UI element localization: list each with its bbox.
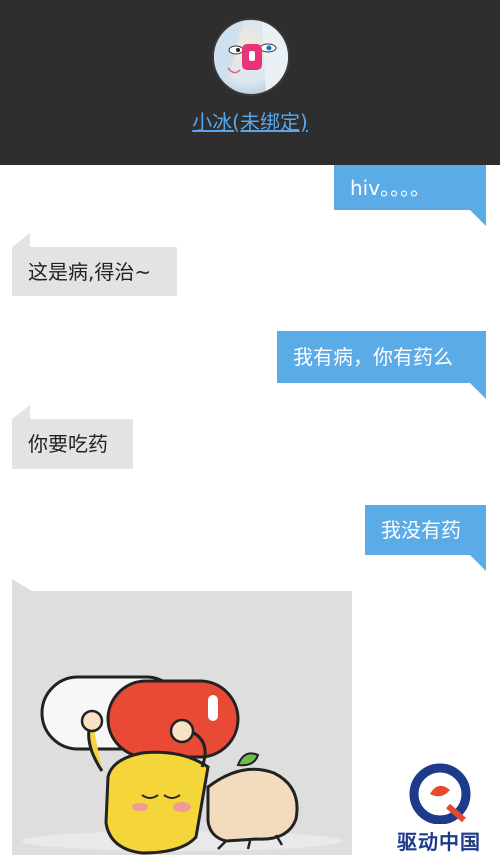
contact-avatar[interactable] xyxy=(212,18,290,96)
bubble-tail xyxy=(12,233,30,247)
bubble-tail xyxy=(12,579,32,591)
contact-name-link[interactable]: 小冰(未绑定) xyxy=(0,106,500,135)
sticker-image[interactable] xyxy=(12,591,352,855)
pill-cartoon-illustration xyxy=(22,675,342,855)
logo-q-icon xyxy=(409,763,471,825)
message-text: hiv。。。。 xyxy=(350,175,431,200)
message-text: 我有病，你有药么 xyxy=(293,345,453,369)
incoming-message: 这是病,得治~ xyxy=(12,247,177,296)
outgoing-message: hiv。。。。 xyxy=(334,165,486,210)
bubble-tail xyxy=(12,405,30,419)
incoming-message: 你要吃药 xyxy=(12,419,133,469)
bubble-tail xyxy=(470,555,486,571)
avatar-illustration xyxy=(214,20,288,94)
message-text: 我没有药 xyxy=(381,518,461,542)
bubble-tail xyxy=(470,210,486,226)
chat-header: 小冰(未绑定) xyxy=(0,0,500,165)
outgoing-message: 我有病，你有药么 xyxy=(277,331,486,383)
outgoing-message: 我没有药 xyxy=(365,505,486,555)
watermark-text: 驱动中国 xyxy=(397,830,481,854)
message-text: 这是病,得治~ xyxy=(28,259,152,284)
bubble-tail xyxy=(470,383,486,399)
chat-area[interactable]: hiv。。。。 这是病,得治~ 我有病，你有药么 你要吃药 我没有药 xyxy=(0,165,500,855)
message-text: 你要吃药 xyxy=(28,432,108,456)
